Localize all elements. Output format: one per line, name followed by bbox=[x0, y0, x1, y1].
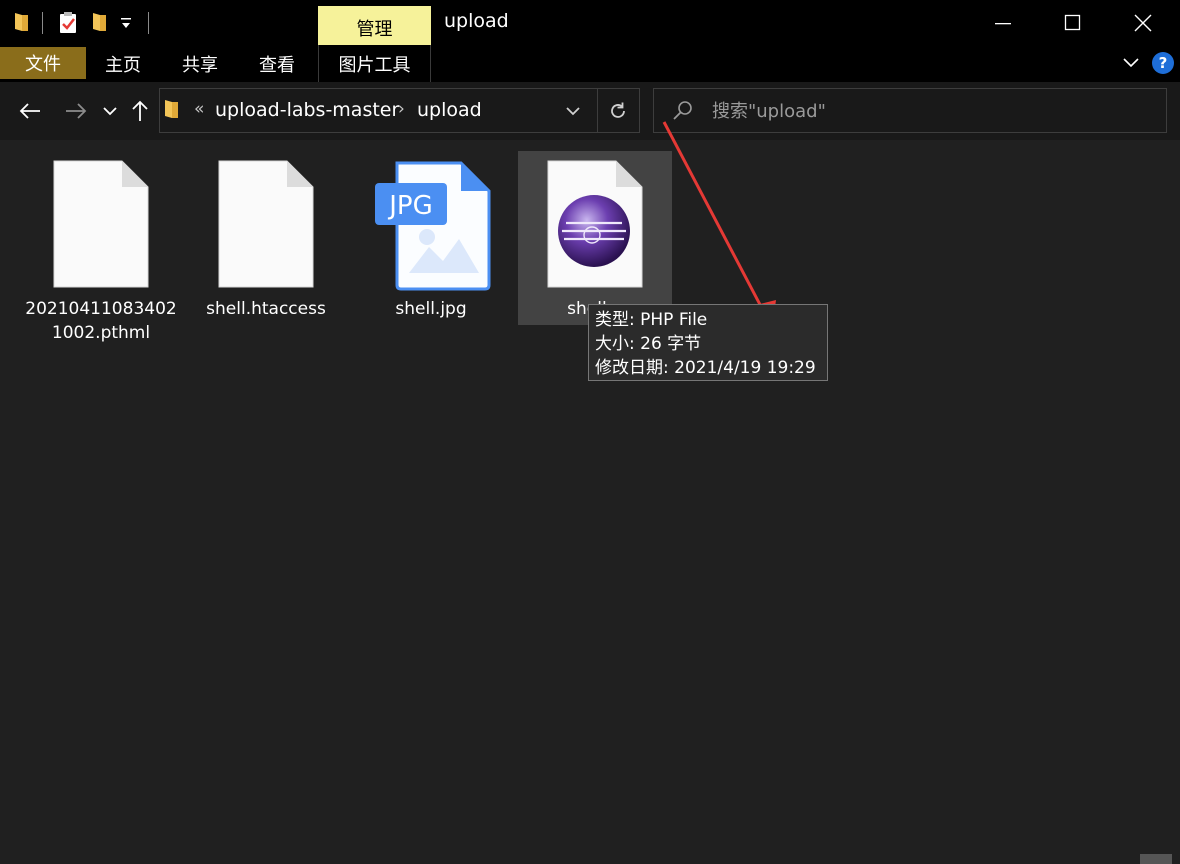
tooltip-size: 大小: 26 字节 bbox=[595, 334, 702, 354]
status-bar bbox=[0, 856, 1180, 864]
tooltip-modified: 修改日期: 2021/4/19 19:29 bbox=[595, 358, 816, 378]
file-tooltip: 类型: PHP File 大小: 26 字节 修改日期: 2021/4/19 1… bbox=[588, 304, 828, 381]
large-icons-view-toggle[interactable] bbox=[1140, 854, 1172, 864]
annotation-arrow-icon bbox=[662, 121, 776, 330]
tooltip-type: 类型: PHP File bbox=[595, 310, 708, 330]
